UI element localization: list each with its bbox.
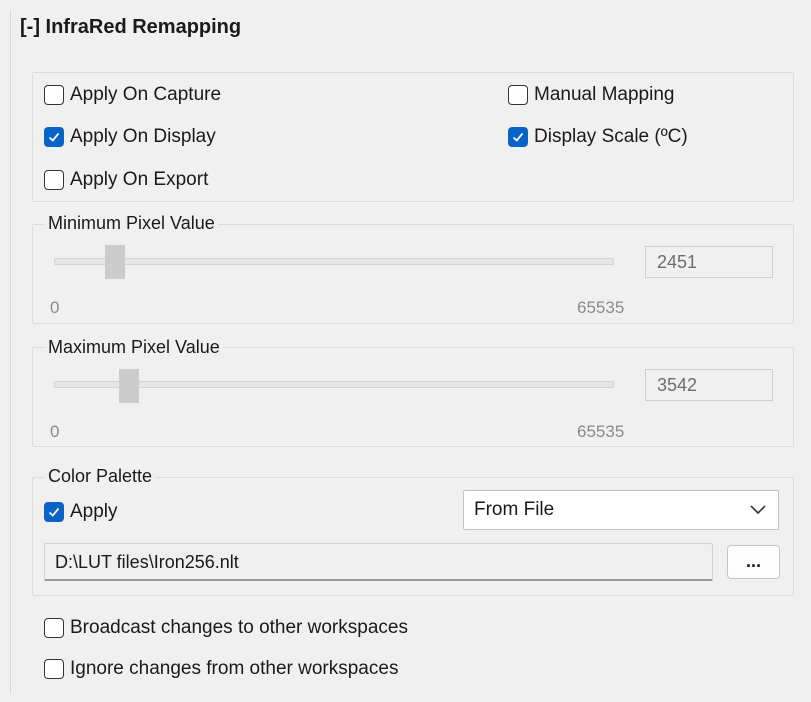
checkbox-box[interactable]	[508, 85, 528, 105]
checkbox-label: Apply On Export	[70, 169, 209, 190]
checkbox-box[interactable]	[44, 502, 64, 522]
checkbox-box[interactable]	[44, 618, 64, 638]
checkbox-label: Display Scale (ºC)	[534, 126, 688, 147]
ignore-changes-checkbox[interactable]: Ignore changes from other workspaces	[44, 658, 398, 680]
apply-on-export-checkbox[interactable]: Apply On Export	[44, 169, 208, 191]
max-pixel-value-field[interactable]: 3542	[645, 369, 773, 401]
apply-on-capture-checkbox[interactable]: Apply On Capture	[44, 84, 221, 106]
checkbox-box[interactable]	[44, 85, 64, 105]
min-pixel-max-label: 65535	[577, 298, 625, 317]
max-pixel-legend: Maximum Pixel Value	[45, 337, 223, 358]
palette-apply-checkbox[interactable]: Apply	[44, 501, 118, 523]
chevron-down-icon	[750, 499, 766, 521]
manual-mapping-checkbox[interactable]: Manual Mapping	[508, 84, 674, 106]
min-pixel-legend: Minimum Pixel Value	[45, 213, 218, 234]
max-pixel-max-label: 65535	[577, 422, 625, 441]
broadcast-changes-checkbox[interactable]: Broadcast changes to other workspaces	[44, 617, 408, 639]
display-scale-checkbox[interactable]: Display Scale (ºC)	[508, 126, 688, 148]
color-palette-legend: Color Palette	[45, 466, 156, 487]
dropdown-selected-value: From File	[474, 499, 555, 520]
checkmark-icon	[48, 507, 60, 517]
checkbox-box[interactable]	[44, 659, 64, 679]
checkbox-label: Apply On Capture	[70, 84, 222, 105]
palette-source-dropdown[interactable]: From File	[463, 490, 779, 530]
checkmark-icon	[512, 132, 524, 142]
palette-file-path-field[interactable]: D:\LUT files\Iron256.nlt	[44, 543, 713, 581]
min-pixel-min-label: 0	[50, 298, 60, 317]
max-pixel-min-label: 0	[50, 422, 60, 441]
min-pixel-slider-thumb[interactable]	[105, 245, 126, 279]
checkbox-box[interactable]	[508, 127, 528, 147]
checkbox-label: Apply On Display	[70, 126, 216, 147]
checkmark-icon	[48, 132, 60, 142]
apply-on-display-checkbox[interactable]: Apply On Display	[44, 126, 216, 148]
max-pixel-slider-thumb[interactable]	[119, 369, 140, 403]
min-pixel-slider-track[interactable]	[54, 258, 614, 265]
checkbox-label: Ignore changes from other workspaces	[70, 658, 399, 679]
checkbox-label: Manual Mapping	[534, 84, 675, 105]
min-pixel-value-field[interactable]: 2451	[645, 246, 773, 278]
checkbox-box[interactable]	[44, 127, 64, 147]
checkbox-label: Apply	[70, 501, 118, 522]
section-header[interactable]: [-] InfraRed Remapping	[20, 16, 241, 39]
checkbox-label: Broadcast changes to other workspaces	[70, 617, 408, 638]
browse-file-button[interactable]: ...	[727, 545, 780, 579]
checkbox-box[interactable]	[44, 170, 64, 190]
